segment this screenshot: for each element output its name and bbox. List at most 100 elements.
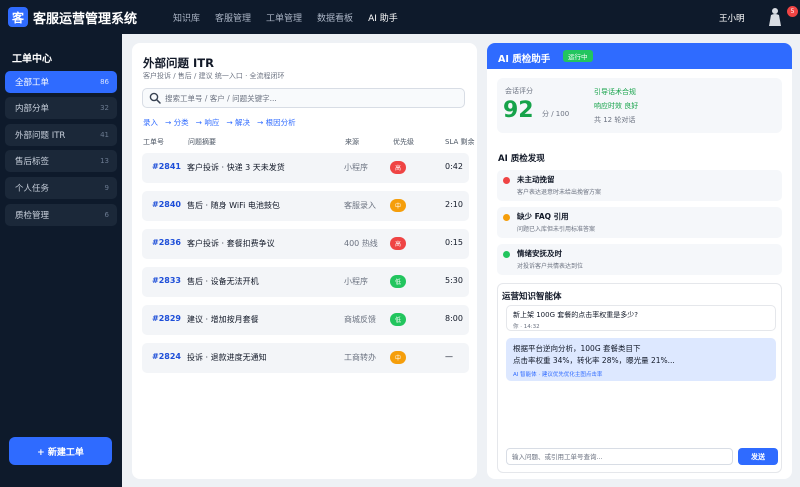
column-header: 优先级 (393, 138, 414, 146)
finding-title: 未主动挽留 (517, 175, 555, 184)
sidebar-item-personal-tasks[interactable]: 个人任务 9 (5, 177, 117, 199)
new-ticket-button[interactable]: + 新建工单 (9, 437, 112, 465)
column-header: 问题摘要 (188, 138, 216, 146)
page-title: 外部问题 ITR (143, 56, 214, 70)
ticket-sla: 0:15 (445, 238, 463, 247)
sidebar: 工单中心 全部工单 86 内部分单 32 外部问题 ITR 41 售后标签 13… (0, 34, 122, 487)
priority-badge: 低 (390, 275, 406, 288)
ticket-summary: 客户投诉 · 快递 3 天未发货 (187, 163, 285, 172)
send-button[interactable]: 发送 (738, 448, 778, 465)
ticket-id[interactable]: #2836 (152, 238, 181, 247)
finding-item[interactable]: 情绪安抚及时 对投诉客户共情表达到位 (497, 244, 782, 275)
status-badge: 运行中 (563, 50, 593, 62)
status-dot-icon (503, 214, 510, 221)
ticket-sla: 0:42 (445, 162, 463, 171)
sidebar-item-count: 9 (104, 184, 109, 192)
priority-badge: 中 (390, 351, 406, 364)
user-message: 新上架 100G 套餐的点击率权重是多少? 你 · 14:32 (506, 305, 776, 331)
sidebar-item-label: 内部分单 (15, 104, 50, 114)
score-card: 会话评分 92 分 / 100 引导话术合规 响应时效 良好 共 12 轮对话 (497, 78, 782, 133)
ticket-source: 小程序 (344, 163, 368, 172)
search-input[interactable] (165, 93, 455, 103)
sidebar-item-external-itr[interactable]: 外部问题 ITR 41 (5, 124, 117, 146)
sidebar-item-count: 13 (100, 157, 109, 165)
table-row[interactable]: #2829 建议 · 增加按月套餐 商城反馈 低 8:00 (142, 305, 469, 335)
app-logo: 客 (8, 7, 28, 27)
sidebar-item-count: 32 (100, 104, 109, 112)
qa-title: AI 质检助手 (498, 54, 551, 65)
ticket-sla: 8:00 (445, 314, 463, 323)
process-flow: 录入 → 分类 → 响应 → 解决 → 根因分析 (143, 117, 303, 128)
notification-badge[interactable]: 5 (787, 6, 798, 17)
nav-ai-assistant[interactable]: AI 助手 (368, 11, 398, 24)
sidebar-item-after-sales[interactable]: 售后标签 13 (5, 150, 117, 172)
user-name[interactable]: 王小明 (719, 12, 745, 24)
flow-step-respond[interactable]: → 响应 (196, 117, 220, 128)
search-box[interactable] (142, 88, 465, 108)
flow-step-resolve[interactable]: → 解决 (226, 117, 250, 128)
message-time: 你 · 14:32 (513, 324, 540, 330)
avatar-icon[interactable] (768, 7, 782, 27)
sidebar-item-all-tickets[interactable]: 全部工单 86 (5, 71, 117, 93)
ticket-id[interactable]: #2841 (152, 162, 181, 171)
sidebar-item-count: 86 (100, 78, 109, 86)
score-label: 会话评分 (505, 87, 533, 95)
qa-header: AI 质检助手 运行中 (487, 43, 792, 69)
nav-agent-management[interactable]: 客服管理 (215, 11, 251, 24)
ticket-summary: 投诉 · 退款进度无通知 (187, 353, 267, 362)
nav-ticket-management[interactable]: 工单管理 (266, 11, 302, 24)
ticket-id[interactable]: #2829 (152, 314, 181, 323)
sidebar-item-label: 外部问题 ITR (15, 131, 66, 141)
finding-item[interactable]: 未主动挽留 客户表达退意时未给出挽留方案 (497, 170, 782, 201)
top-bar: 客 客服运营管理系统 知识库 客服管理 工单管理 数据看板 AI 助手 王小明 … (0, 0, 800, 34)
column-header: 工单号 (143, 138, 164, 146)
status-dot-icon (503, 251, 510, 258)
ticket-summary: 客户投诉 · 套餐扣费争议 (187, 239, 275, 248)
priority-badge: 低 (390, 313, 406, 326)
nav-knowledge-base[interactable]: 知识库 (173, 11, 200, 24)
search-icon (149, 92, 161, 104)
score-unit: 分 / 100 (542, 110, 570, 118)
ticket-id[interactable]: #2840 (152, 200, 181, 209)
qa-panel: AI 质检助手 运行中 会话评分 92 分 / 100 引导话术合规 响应时效 … (487, 43, 792, 479)
ticket-source: 小程序 (344, 277, 368, 286)
score-note: 响应时效 良好 (594, 102, 639, 110)
table-row[interactable]: #2841 客户投诉 · 快递 3 天未发货 小程序 高 0:42 (142, 153, 469, 183)
sidebar-item-count: 6 (104, 211, 109, 219)
ticket-id[interactable]: #2824 (152, 352, 181, 361)
table-row[interactable]: #2836 客户投诉 · 套餐扣费争议 400 热线 高 0:15 (142, 229, 469, 259)
findings-title: AI 质检发现 (498, 154, 545, 164)
question-box[interactable] (506, 448, 733, 465)
table-row[interactable]: #2833 售后 · 设备无法开机 小程序 低 5:30 (142, 267, 469, 297)
sidebar-item-count: 41 (100, 131, 109, 139)
table-row[interactable]: #2824 投诉 · 退款进度无通知 工商转办 中 — (142, 343, 469, 373)
page-subtitle: 客户投诉 / 售后 / 建议 统一入口 · 全流程闭环 (143, 72, 285, 80)
sidebar-item-label: 质检管理 (15, 211, 50, 221)
column-header: SLA 剩余 (445, 138, 475, 146)
sidebar-item-qa[interactable]: 质检管理 6 (5, 204, 117, 226)
reply-text: 根据平台逆向分析，100G 套餐类目下 (513, 344, 641, 353)
flow-step-root-cause[interactable]: → 根因分析 (257, 117, 296, 128)
top-nav: 知识库 客服管理 工单管理 数据看板 AI 助手 (173, 11, 413, 24)
flow-step-classify[interactable]: → 分类 (165, 117, 189, 128)
ticket-source: 工商转办 (344, 353, 376, 362)
message-text: 新上架 100G 套餐的点击率权重是多少? (513, 311, 638, 319)
sidebar-item-internal[interactable]: 内部分单 32 (5, 97, 117, 119)
app-title: 客服运营管理系统 (33, 12, 138, 27)
ticket-source: 客服录入 (344, 201, 376, 210)
ticket-sla: 2:10 (445, 200, 463, 209)
ticket-panel: 外部问题 ITR 客户投诉 / 售后 / 建议 统一入口 · 全流程闭环 录入 … (132, 43, 477, 479)
finding-item[interactable]: 缺少 FAQ 引用 问题已入库但未引用标准答案 (497, 207, 782, 238)
ticket-sla: — (445, 352, 453, 361)
question-input[interactable] (512, 452, 727, 461)
ticket-id[interactable]: #2833 (152, 276, 181, 285)
table-row[interactable]: #2840 售后 · 随身 WiFi 电池鼓包 客服录入 中 2:10 (142, 191, 469, 221)
ticket-summary: 建议 · 增加按月套餐 (187, 315, 259, 324)
finding-desc: 对投诉客户共情表达到位 (517, 263, 584, 270)
flow-step-record[interactable]: 录入 (143, 117, 158, 128)
reply-text: 点击率权重 34%，转化率 28%，曝光量 21%... (513, 356, 675, 365)
priority-badge: 中 (390, 199, 406, 212)
sidebar-item-label: 个人任务 (15, 184, 50, 194)
score-note: 共 12 轮对话 (594, 116, 636, 124)
nav-dashboard[interactable]: 数据看板 (317, 11, 353, 24)
